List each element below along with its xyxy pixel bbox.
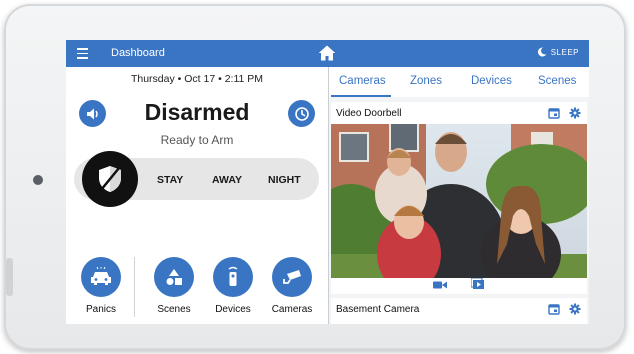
security-panel: Thursday • Oct 17 • 2:11 PM Disarmed Rea…: [66, 67, 328, 324]
gear-icon[interactable]: [569, 302, 581, 320]
tab-devices[interactable]: Devices: [471, 75, 512, 87]
camera-name: Video Doorbell: [336, 108, 402, 119]
sleep-label: SLEEP: [550, 47, 579, 57]
shapes-icon: [166, 269, 182, 285]
gear-icon[interactable]: [569, 106, 581, 124]
schedule-button[interactable]: [288, 100, 315, 127]
car-alarm-icon: [91, 267, 111, 285]
date-time: Thursday • Oct 17 • 2:11 PM: [130, 73, 264, 85]
camera-card-doorbell: Video Doorbell: [331, 102, 587, 294]
tab-scenes[interactable]: Scenes: [538, 75, 576, 87]
moon-icon: [537, 47, 547, 57]
calendar-icon[interactable]: [548, 302, 560, 320]
page-title: Dashboard: [111, 47, 165, 59]
panics-tile[interactable]: Panics: [71, 257, 131, 315]
devices-label: Devices: [215, 304, 251, 315]
active-tab-indicator: [331, 95, 391, 97]
arm-slider-knob[interactable]: [82, 151, 138, 207]
tab-bar: Cameras Zones Devices Scenes: [329, 67, 589, 97]
top-bar: Dashboard SLEEP: [66, 40, 589, 67]
arm-away-option[interactable]: AWAY: [212, 174, 242, 186]
arm-stay-option[interactable]: STAY: [157, 174, 183, 186]
shield-icon: [99, 166, 121, 192]
doorbell-camera-feed[interactable]: [331, 124, 587, 278]
tab-cameras[interactable]: Cameras: [339, 75, 386, 87]
devices-tile[interactable]: Devices: [203, 257, 263, 315]
scenes-tile[interactable]: Scenes: [144, 257, 204, 315]
camera-name: Basement Camera: [336, 304, 420, 315]
tiles-divider: [134, 257, 135, 317]
playback-icon[interactable]: [470, 277, 485, 295]
cameras-tile[interactable]: Cameras: [262, 257, 322, 315]
hamburger-menu-icon[interactable]: [77, 48, 88, 59]
clock-icon: [294, 106, 309, 121]
side-panel: Cameras Zones Devices Scenes Video Doorb…: [329, 67, 589, 324]
arm-night-option[interactable]: NIGHT: [268, 174, 301, 186]
security-camera-icon: [283, 270, 301, 284]
side-button: [6, 258, 13, 296]
tab-zones[interactable]: Zones: [410, 75, 442, 87]
arm-substatus: Ready to Arm: [160, 133, 234, 147]
remote-icon: [228, 266, 238, 286]
calendar-icon[interactable]: [548, 106, 560, 124]
cameras-label: Cameras: [271, 304, 313, 315]
panics-label: Panics: [85, 304, 116, 315]
screen: Dashboard SLEEP Thursday • Oct 17 • 2:11…: [66, 40, 589, 324]
family-photo: [331, 124, 587, 278]
video-camera-icon[interactable]: [433, 277, 447, 295]
sleep-button[interactable]: SLEEP: [537, 47, 579, 57]
scenes-label: Scenes: [157, 304, 191, 315]
camera-card-basement: Basement Camera: [331, 298, 587, 324]
home-icon[interactable]: [318, 44, 336, 62]
front-camera-lens: [33, 175, 43, 185]
